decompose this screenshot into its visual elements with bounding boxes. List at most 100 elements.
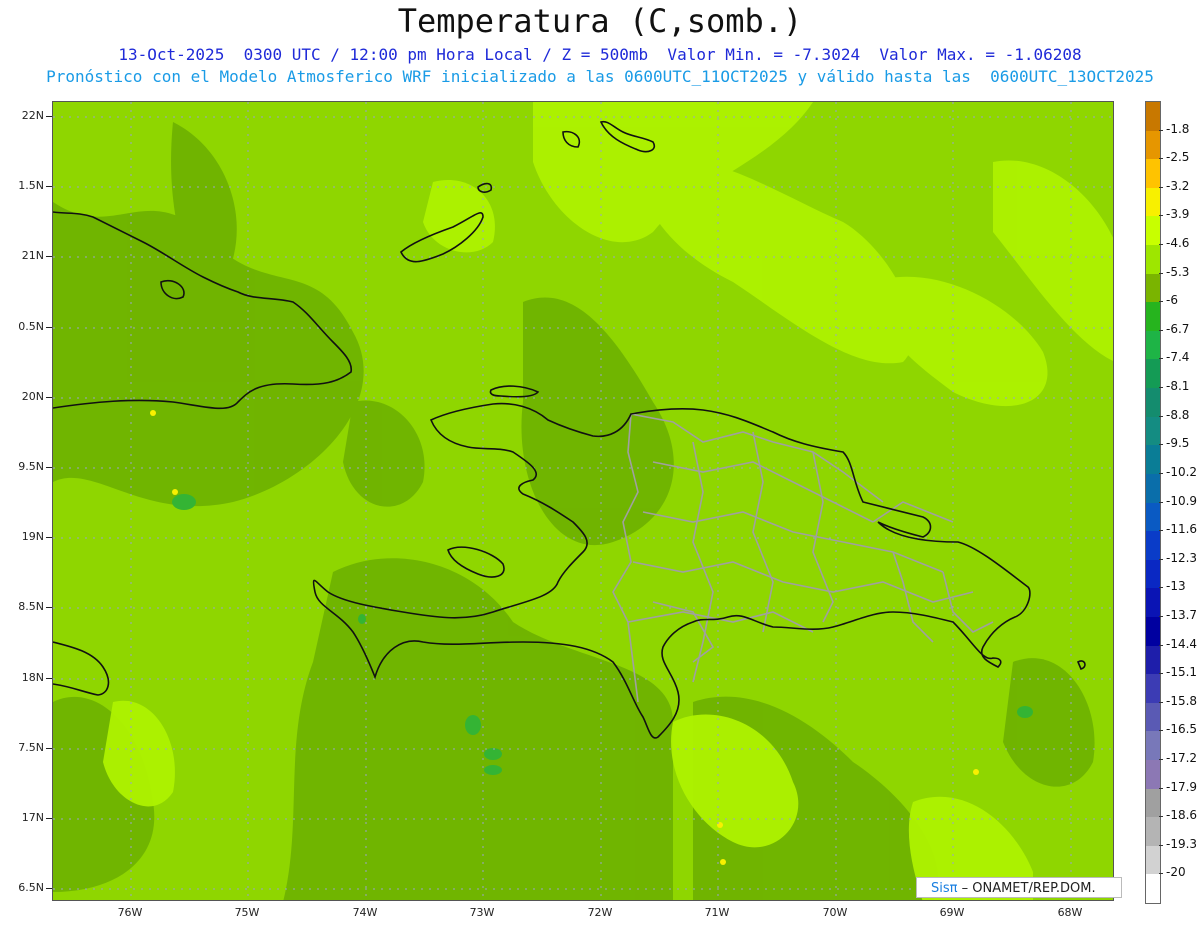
lon-label-70w: 70W [822,906,848,919]
colorbar-label: -8.8 [1166,407,1190,422]
colorbar-label: -13.7 [1166,607,1198,622]
map-subtitle-model: Pronóstico con el Modelo Atmosferico WRF… [46,67,1154,86]
colorbar-tick [1159,186,1163,188]
map-panel [52,101,1114,901]
lat-label-19n: 19N [0,530,52,543]
colorbar-tick [1159,587,1163,589]
colorbar-swatch [1146,588,1160,618]
map-canvas [53,102,1113,900]
lon-label-69w: 69W [939,906,965,919]
lat-label-20-5n: 0.5N [0,320,52,333]
colorbar-tick [1159,272,1163,274]
colorbar-swatch [1146,388,1160,418]
colorbar-tick [1159,129,1163,131]
lon-label-74w: 74W [352,906,378,919]
colorbar-label: -13 [1166,579,1186,594]
colorbar-tick [1159,615,1163,617]
colorbar-tick [1159,387,1163,389]
colorbar-label: -11.6 [1166,522,1198,537]
lon-label-73w: 73W [469,906,495,919]
colorbar-swatch [1146,502,1160,532]
colorbar-label: -2.5 [1166,150,1190,165]
colorbar-label: -1.8 [1166,121,1190,136]
colorbar-tick [1159,215,1163,217]
colorbar-swatch [1146,416,1160,446]
colorbar-tick [1159,472,1163,474]
colorbar-label: -3.2 [1166,178,1190,193]
colorbar-swatch [1146,645,1160,675]
colorbar-tick [1159,415,1163,417]
colorbar-swatch [1146,874,1160,904]
sispi-logo-text: Sisπ [931,881,958,896]
colorbar-swatch [1146,302,1160,332]
lat-label-21-5n: 1.5N [0,179,52,192]
lon-label-75w: 75W [234,906,260,919]
lon-label-72w: 72W [587,906,613,919]
lon-label-76w: 76W [117,906,143,919]
colorbar-label: -9.5 [1166,436,1190,451]
colorbar-label: -6 [1166,293,1178,308]
credit-text: – ONAMET/REP.DOM. [957,881,1096,896]
colorbar-tick [1159,244,1163,246]
colorbar-swatch [1146,788,1160,818]
colorbar-tick [1159,329,1163,331]
colorbar-swatch [1146,159,1160,189]
colorbar-label: -5.3 [1166,264,1190,279]
colorbar [1145,101,1161,904]
colorbar-swatch [1146,445,1160,475]
colorbar-tick [1159,558,1163,560]
colorbar-swatch [1146,216,1160,246]
colorbar-label: -10.2 [1166,464,1198,479]
lat-label-22n: 22N [0,109,52,122]
colorbar-tick [1159,644,1163,646]
colorbar-tick [1159,844,1163,846]
colorbar-swatch [1146,817,1160,847]
colorbar-swatch [1146,187,1160,217]
colorbar-label: -16.5 [1166,722,1198,737]
map-subtitle-time: 13-Oct-2025 0300 UTC / 12:00 pm Hora Loc… [118,45,1082,64]
colorbar-tick [1159,730,1163,732]
colorbar-swatch [1146,845,1160,875]
lon-label-71w: 71W [704,906,730,919]
colorbar-swatch [1146,531,1160,561]
colorbar-swatch [1146,674,1160,704]
colorbar-label: -12.3 [1166,550,1198,565]
lat-label-17-5n: 7.5N [0,741,52,754]
colorbar-swatch [1146,359,1160,389]
colorbar-label: -18.6 [1166,808,1198,823]
colorbar-swatch [1146,245,1160,275]
colorbar-tick [1159,301,1163,303]
colorbar-tick [1159,758,1163,760]
colorbar-tick [1159,873,1163,875]
colorbar-tick [1159,816,1163,818]
colorbar-swatch [1146,473,1160,503]
colorbar-label: -15.8 [1166,693,1198,708]
colorbar-label: -10.9 [1166,493,1198,508]
colorbar-label: -3.9 [1166,207,1190,222]
colorbar-swatch [1146,330,1160,360]
lat-label-21n: 21N [0,249,52,262]
lat-label-16-5n: 6.5N [0,881,52,894]
colorbar-label: -19.3 [1166,836,1198,851]
colorbar-swatch [1146,130,1160,160]
colorbar-tick [1159,530,1163,532]
colorbar-tick [1159,673,1163,675]
lat-label-19-5n: 9.5N [0,460,52,473]
colorbar-label: -8.1 [1166,379,1190,394]
lat-label-18n: 18N [0,671,52,684]
colorbar-swatch [1146,616,1160,646]
lat-label-17n: 17N [0,811,52,824]
colorbar-label: -7.4 [1166,350,1190,365]
colorbar-label: -6.7 [1166,321,1190,336]
lat-label-18-5n: 8.5N [0,600,52,613]
lon-label-68w: 68W [1057,906,1083,919]
colorbar-tick [1159,787,1163,789]
colorbar-tick [1159,158,1163,160]
colorbar-swatch [1146,759,1160,789]
colorbar-swatch [1146,102,1160,131]
lat-label-20n: 20N [0,390,52,403]
colorbar-label: -17.2 [1166,750,1198,765]
colorbar-tick [1159,701,1163,703]
colorbar-label: -14.4 [1166,636,1198,651]
colorbar-swatch [1146,731,1160,761]
